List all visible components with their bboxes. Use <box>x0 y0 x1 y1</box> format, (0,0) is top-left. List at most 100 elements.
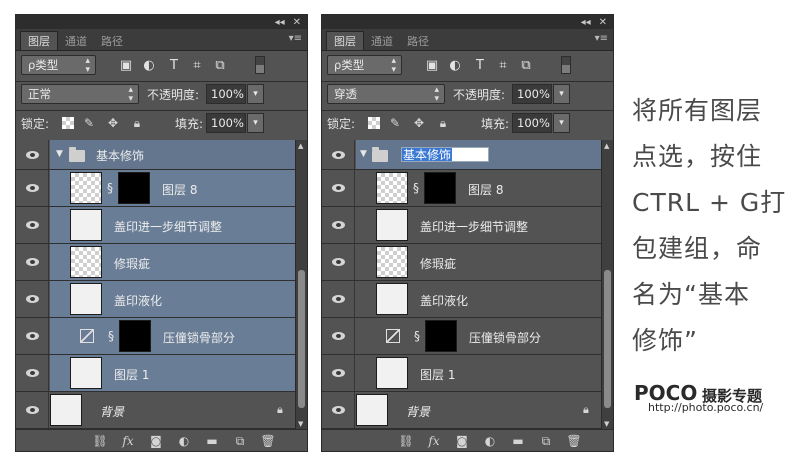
layer-row[interactable]: 修瑕疵 <box>16 244 297 281</box>
layer-row[interactable]: § 图层 8 <box>16 170 297 207</box>
adjustment-layer-icon[interactable]: ◐ <box>176 434 192 448</box>
visibility-eye-icon[interactable] <box>331 150 345 159</box>
layer-row[interactable]: § 图层 8 <box>322 170 603 207</box>
lock-transparent-icon[interactable] <box>368 117 380 129</box>
visibility-eye-icon[interactable] <box>25 258 39 266</box>
adjustment-filter-icon[interactable]: ◐ <box>447 57 463 73</box>
fill-slider-button[interactable]: ▾ <box>247 113 264 133</box>
blend-mode-dropdown[interactable]: 穿透 ▴ ▾ <box>327 84 445 104</box>
tab-paths[interactable]: 路径 <box>400 31 436 50</box>
collapse-icon[interactable]: ◂◂ <box>581 17 591 28</box>
layer-row[interactable]: 盖印液化 <box>322 281 603 318</box>
lock-all-icon[interactable]: 🔒︎ <box>436 116 450 130</box>
panel-menu-icon[interactable]: ▾≡ <box>289 33 302 44</box>
visibility-eye-icon[interactable] <box>331 258 345 266</box>
pixel-filter-icon[interactable]: ▣ <box>118 57 134 73</box>
visibility-eye-icon[interactable] <box>25 369 39 377</box>
layer-group-row[interactable]: ▼ 基本修饰 <box>16 140 297 170</box>
layer-row[interactable]: 图层 1 <box>16 355 297 392</box>
new-group-icon[interactable]: ▬ <box>510 434 526 448</box>
visibility-eye-icon[interactable] <box>331 369 345 377</box>
visibility-eye-icon[interactable] <box>331 295 345 303</box>
visibility-eye-icon[interactable] <box>331 184 345 192</box>
fx-icon[interactable]: fx <box>426 434 442 448</box>
type-filter-icon[interactable]: T <box>472 57 488 73</box>
shape-filter-icon[interactable]: ⌗ <box>495 57 511 73</box>
lock-move-icon[interactable]: ✥ <box>412 116 426 130</box>
scroll-down-icon[interactable]: ▼ <box>298 420 303 428</box>
new-layer-icon[interactable]: ⧉ <box>538 434 554 448</box>
scroll-up-icon[interactable]: ▲ <box>604 142 609 150</box>
fx-icon[interactable]: fx <box>120 434 136 448</box>
pixel-filter-icon[interactable]: ▣ <box>424 57 440 73</box>
visibility-eye-icon[interactable] <box>331 332 345 340</box>
panel-menu-icon[interactable]: ▾≡ <box>595 33 608 44</box>
tab-paths[interactable]: 路径 <box>94 31 130 50</box>
new-group-icon[interactable]: ▬ <box>204 434 220 448</box>
visibility-eye-icon[interactable] <box>331 406 345 414</box>
opacity-input[interactable]: 100% <box>206 84 246 104</box>
lock-brush-icon[interactable]: ✎ <box>388 116 402 130</box>
expand-triangle-icon[interactable]: ▼ <box>360 149 367 159</box>
filter-kind-dropdown[interactable]: ρ类型 ▴ ▾ <box>21 55 96 75</box>
visibility-eye-icon[interactable] <box>25 332 39 340</box>
expand-triangle-icon[interactable]: ▼ <box>56 149 63 159</box>
link-layers-icon[interactable]: ⛓ <box>398 434 414 448</box>
close-icon[interactable]: ✕ <box>599 17 607 28</box>
visibility-eye-icon[interactable] <box>25 221 39 229</box>
link-layers-icon[interactable]: ⛓ <box>92 434 108 448</box>
lock-move-icon[interactable]: ✥ <box>106 116 120 130</box>
add-mask-icon[interactable]: ◙ <box>454 434 470 448</box>
adjustment-filter-icon[interactable]: ◐ <box>141 57 157 73</box>
scroll-up-icon[interactable]: ▲ <box>298 142 303 150</box>
layer-row[interactable]: 盖印进一步细节调整 <box>16 207 297 244</box>
opacity-input[interactable]: 100% <box>512 84 552 104</box>
opacity-slider-button[interactable]: ▾ <box>247 84 264 104</box>
filter-toggle[interactable] <box>255 56 265 74</box>
delete-layer-icon[interactable]: 🗑︎ <box>260 434 276 448</box>
fill-slider-button[interactable]: ▾ <box>553 113 570 133</box>
layer-row[interactable]: 图层 1 <box>322 355 603 392</box>
group-name-input[interactable]: 基本修饰 <box>401 147 489 162</box>
lock-all-icon[interactable]: 🔒︎ <box>130 116 144 130</box>
visibility-eye-icon[interactable] <box>25 184 39 192</box>
layer-row-background[interactable]: 背景 🔒︎ <box>16 392 297 429</box>
fill-input[interactable]: 100% <box>206 113 246 133</box>
tab-channels[interactable]: 通道 <box>58 31 94 50</box>
layer-row[interactable]: 盖印进一步细节调整 <box>322 207 603 244</box>
smart-object-filter-icon[interactable]: ⧉ <box>212 57 228 73</box>
layer-row[interactable]: 盖印液化 <box>16 281 297 318</box>
layer-row[interactable]: § 压僮锁骨部分 <box>322 318 603 355</box>
type-filter-icon[interactable]: T <box>166 57 182 73</box>
layer-group-row[interactable]: ▼ 基本修饰 <box>322 140 603 170</box>
opacity-slider-button[interactable]: ▾ <box>553 84 570 104</box>
lock-transparent-icon[interactable] <box>62 117 74 129</box>
tab-layers[interactable]: 图层 <box>326 31 364 50</box>
delete-layer-icon[interactable]: 🗑︎ <box>566 434 582 448</box>
blend-mode-dropdown[interactable]: 正常 ▴ ▾ <box>21 84 139 104</box>
fill-input[interactable]: 100% <box>512 113 552 133</box>
scroll-thumb[interactable] <box>298 270 305 408</box>
visibility-eye-icon[interactable] <box>25 406 39 414</box>
smart-object-filter-icon[interactable]: ⧉ <box>518 57 534 73</box>
layers-scrollbar[interactable]: ▲ ▼ <box>601 140 613 430</box>
scroll-thumb[interactable] <box>604 270 611 408</box>
layer-row[interactable]: § 压僮锁骨部分 <box>16 318 297 355</box>
visibility-eye-icon[interactable] <box>25 295 39 303</box>
visibility-eye-icon[interactable] <box>331 221 345 229</box>
adjustment-layer-icon[interactable]: ◐ <box>482 434 498 448</box>
new-layer-icon[interactable]: ⧉ <box>232 434 248 448</box>
filter-toggle[interactable] <box>561 56 571 74</box>
lock-brush-icon[interactable]: ✎ <box>82 116 96 130</box>
close-icon[interactable]: ✕ <box>293 17 301 28</box>
tab-layers[interactable]: 图层 <box>20 31 58 50</box>
scroll-down-icon[interactable]: ▼ <box>604 420 609 428</box>
shape-filter-icon[interactable]: ⌗ <box>189 57 205 73</box>
layers-scrollbar[interactable]: ▲ ▼ <box>295 140 307 430</box>
layer-row-background[interactable]: 背景 🔒︎ <box>322 392 603 429</box>
layer-row[interactable]: 修瑕疵 <box>322 244 603 281</box>
add-mask-icon[interactable]: ◙ <box>148 434 164 448</box>
visibility-eye-icon[interactable] <box>25 150 39 159</box>
tab-channels[interactable]: 通道 <box>364 31 400 50</box>
filter-kind-dropdown[interactable]: ρ类型 ▴ ▾ <box>327 55 402 75</box>
